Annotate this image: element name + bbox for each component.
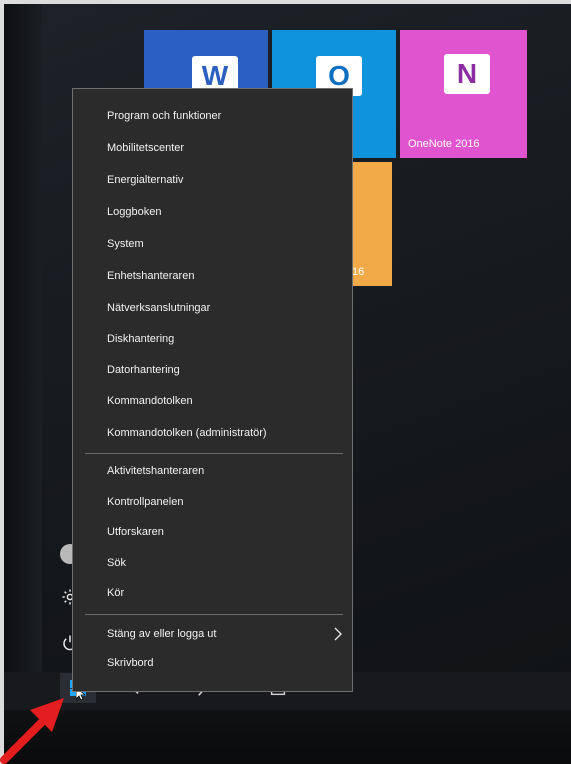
- menu-item-command-prompt[interactable]: Kommandotolken: [73, 388, 352, 414]
- menu-item-device-manager[interactable]: Enhetshanteraren: [73, 263, 352, 289]
- menu-separator: [85, 453, 343, 454]
- menu-item-computer-management[interactable]: Datorhantering: [73, 357, 352, 383]
- menu-item-power-options[interactable]: Energialternativ: [73, 167, 352, 193]
- red-arrow-icon: [0, 698, 64, 764]
- menu-item-event-viewer[interactable]: Loggboken: [73, 199, 352, 225]
- menu-item-search[interactable]: Sök: [73, 550, 352, 576]
- menu-item-run[interactable]: Kör: [73, 580, 352, 606]
- menu-item-task-manager[interactable]: Aktivitetshanteraren: [73, 458, 352, 484]
- menu-separator: [85, 614, 343, 615]
- menu-item-label: Stäng av eller logga ut: [107, 628, 217, 640]
- orange-tile-label-fragment: 16: [352, 266, 365, 278]
- menu-item-disk-management[interactable]: Diskhantering: [73, 326, 352, 352]
- menu-item-file-explorer[interactable]: Utforskaren: [73, 519, 352, 545]
- chevron-right-icon: [334, 627, 342, 641]
- screen-edge: [4, 4, 42, 764]
- menu-item-programs-features[interactable]: Program och funktioner: [73, 103, 352, 129]
- menu-item-network-connections[interactable]: Nätverksanslutningar: [73, 295, 352, 321]
- onenote-tile-label: OneNote 2016: [408, 138, 480, 150]
- onenote-logo-icon: N: [444, 54, 490, 94]
- menu-item-shutdown-signout[interactable]: Stäng av eller logga ut: [73, 621, 352, 647]
- menu-item-control-panel[interactable]: Kontrollpanelen: [73, 489, 352, 515]
- menu-item-system[interactable]: System: [73, 231, 352, 257]
- menu-item-desktop[interactable]: Skrivbord: [73, 650, 352, 676]
- winx-context-menu: Program och funktioner Mobilitetscenter …: [72, 88, 353, 692]
- monitor-screen: W O N OneNote 2016 16 Program och funkti…: [4, 4, 571, 764]
- menu-item-command-prompt-admin[interactable]: Kommandotolken (administratör): [73, 420, 352, 446]
- menu-item-mobility-center[interactable]: Mobilitetscenter: [73, 135, 352, 161]
- onenote-tile[interactable]: N OneNote 2016: [400, 30, 527, 158]
